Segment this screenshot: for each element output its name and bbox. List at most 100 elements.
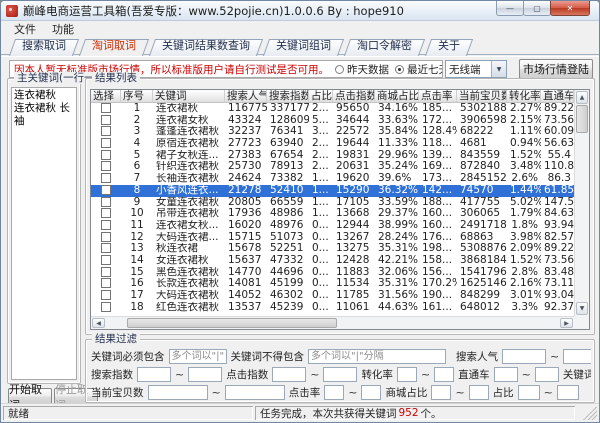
item-count-max-input[interactable]: [224, 385, 285, 400]
table-row[interactable]: 2 连衣裙女秋 43324 128609 5... 34644 33.63% 172... 39…: [91, 114, 589, 127]
vertical-scrollbar[interactable]: ▲ ▼: [574, 90, 589, 316]
tab-0[interactable]: 搜索取词: [9, 38, 79, 55]
row-checkbox[interactable]: [101, 243, 111, 254]
title-bar[interactable]: 巅峰电商运营工具箱(吾爱专版：www.52pojie.cn)1.0.0.6 By…: [1, 1, 599, 21]
row-checkbox[interactable]: [101, 161, 111, 172]
table-row[interactable]: 14 女连衣裙秋 15637 47332 0... 12428 42.21% 158... 38…: [91, 254, 589, 267]
table-row[interactable]: 3 蓬蓬连衣裙秋 32237 76341 3... 22572 35.84%128.4%68…: [91, 126, 589, 138]
column-header-10[interactable]: 转化率: [507, 90, 541, 103]
column-header-9[interactable]: 当前宝贝数: [457, 90, 507, 103]
ztc-max-input[interactable]: [534, 367, 559, 382]
ratio-min-input[interactable]: [517, 385, 540, 400]
row-checkbox[interactable]: [101, 138, 111, 149]
menu-function[interactable]: 功能: [44, 22, 82, 38]
search-popularity-min-input[interactable]: [502, 349, 546, 364]
table-row[interactable]: 13 秋连衣裙 15678 52251 0... 13275 35.31% 198... 530…: [91, 243, 589, 255]
tab-5[interactable]: 关于: [425, 38, 473, 55]
maximize-button[interactable]: ▢: [523, 1, 551, 16]
menu-file[interactable]: 文件: [6, 22, 44, 38]
radio-last-seven-days[interactable]: 最近七天数据: [395, 62, 442, 77]
tab-4[interactable]: 淘口令解密: [344, 38, 425, 55]
minimize-button[interactable]: —: [496, 1, 524, 16]
main-panel: 因本人暂无标准版市场行情，所以标准版用户请自行测试是否可用。 昨天数据 最近七天…: [1, 56, 599, 412]
row-checkbox[interactable]: [101, 103, 111, 113]
must-include-input[interactable]: [168, 349, 227, 364]
column-header-3[interactable]: 搜索人气: [225, 90, 267, 103]
table-row[interactable]: 17 大码连衣裙秋 14052 46302 0... 11785 31.56% 190... 8…: [91, 290, 589, 302]
column-header-8[interactable]: 点击率: [419, 90, 457, 103]
row-checkbox[interactable]: [101, 254, 111, 265]
table-row[interactable]: 9 女童连衣裙秋 20805 66559 1... 17105 33.59% 188... 41…: [91, 196, 589, 209]
table-row[interactable]: 5 裙子女秋连... 27383 67654 2... 19831 29.96% 139...…: [91, 149, 589, 162]
scroll-up-icon[interactable]: ▲: [576, 91, 588, 104]
radio-icon[interactable]: [395, 64, 404, 74]
radio-yesterday-data[interactable]: 昨天数据: [335, 62, 389, 77]
row-checkbox[interactable]: [101, 149, 111, 160]
row-checkbox[interactable]: [101, 184, 111, 195]
column-header-6[interactable]: 点击指数: [333, 90, 375, 103]
table-row[interactable]: 12 大码连衣裙... 15715 51073 0... 13267 28.24% 176..…: [91, 231, 589, 244]
column-header-0[interactable]: 选择: [91, 90, 121, 103]
conversion-rate-min-input[interactable]: [396, 367, 417, 382]
channel-select[interactable]: 无线端 ▼: [445, 60, 507, 78]
tab-2[interactable]: 关键词结果数查询: [149, 38, 263, 55]
vertical-scroll-thumb[interactable]: [576, 105, 588, 133]
table-row[interactable]: 7 长袖连衣裙秋 24624 73382 1... 19620 39.6% 173... 284…: [91, 173, 589, 185]
resize-grip-icon[interactable]: [583, 406, 597, 420]
close-button[interactable]: ✕: [550, 1, 590, 16]
row-checkbox[interactable]: [101, 290, 111, 300]
table-row[interactable]: 8 小香风连衣... 21278 52410 1... 15290 36.32% 142...…: [91, 184, 589, 197]
column-header-4[interactable]: 搜索指数: [267, 90, 309, 103]
market-login-button[interactable]: 市场行情登陆: [519, 59, 593, 79]
table-row[interactable]: 6 针织连衣裙秋 25730 78913 2... 20631 35.24% 169... 87…: [91, 161, 589, 173]
column-header-5[interactable]: 占比: [309, 90, 333, 103]
row-checkbox[interactable]: [101, 219, 111, 230]
row-checkbox[interactable]: [101, 266, 111, 277]
table-row[interactable]: 11 连衣裙女秋... 16020 48976 0... 12944 38.99% 160..…: [91, 219, 589, 232]
column-header-2[interactable]: 关键词: [153, 90, 225, 103]
ztc-min-input[interactable]: [493, 367, 518, 382]
conversion-rate-max-input[interactable]: [434, 367, 455, 382]
table-row[interactable]: 16 长款连衣裙秋 14081 45199 0... 11534 35.31%170.2%1…: [91, 278, 589, 290]
click-rate-max-input[interactable]: [361, 385, 382, 400]
row-checkbox[interactable]: [101, 173, 111, 184]
search-index-min-input[interactable]: [137, 367, 171, 382]
click-index-min-input[interactable]: [272, 367, 307, 382]
scroll-down-icon[interactable]: ▼: [576, 302, 588, 315]
click-rate-min-input[interactable]: [324, 385, 345, 400]
tab-3[interactable]: 关键词组词: [263, 38, 344, 55]
mall-ratio-min-input[interactable]: [431, 385, 452, 400]
search-index-max-input[interactable]: [188, 367, 223, 382]
horizontal-scrollbar[interactable]: ◀ ▶: [91, 316, 574, 329]
table-row[interactable]: 18 红色连衣裙秋 13537 45239 0... 11061 44.63% 161... 6…: [91, 301, 589, 314]
table-cell: 67654: [270, 149, 304, 161]
click-index-max-input[interactable]: [323, 367, 358, 382]
table-row[interactable]: 15 黑色连衣裙秋 14770 44696 0... 11883 32.06% 156... 1…: [91, 266, 589, 279]
must-exclude-input[interactable]: [308, 349, 446, 364]
row-checkbox[interactable]: [101, 231, 111, 242]
mall-ratio-max-input[interactable]: [468, 385, 489, 400]
column-header-7[interactable]: 商城占比: [375, 90, 419, 103]
row-checkbox[interactable]: [101, 208, 111, 219]
row-checkbox[interactable]: [101, 301, 111, 312]
row-checkbox[interactable]: [101, 114, 111, 125]
row-checkbox[interactable]: [101, 278, 111, 289]
row-checkbox[interactable]: [101, 196, 111, 207]
search-popularity-max-input[interactable]: [563, 349, 591, 364]
table-row[interactable]: 1 连衣裙秋 116775 337177 2... 95650 34.16% 185... 53…: [91, 103, 589, 115]
ratio-max-input[interactable]: [556, 385, 579, 400]
table-row[interactable]: 4 原宿连衣裙秋 27723 63940 2... 19644 11.33% 118... 46…: [91, 138, 589, 150]
table-row[interactable]: 10 吊带连衣裙秋 17936 48986 1... 13668 29.37% 160... 3…: [91, 208, 589, 220]
column-header-1[interactable]: 序号: [121, 90, 153, 103]
table-cell: 35.24%: [378, 161, 419, 173]
item-count-min-input[interactable]: [147, 385, 208, 400]
chevron-down-icon[interactable]: ▼: [491, 61, 506, 77]
scroll-right-icon[interactable]: ▶: [560, 318, 573, 328]
main-keywords-input[interactable]: [11, 87, 77, 380]
tab-1[interactable]: 淘词取词: [79, 38, 149, 55]
row-checkbox[interactable]: [101, 126, 111, 137]
column-header-11[interactable]: 直通车: [541, 90, 574, 103]
horizontal-scroll-thumb[interactable]: [127, 318, 337, 328]
scroll-left-icon[interactable]: ◀: [92, 318, 105, 328]
radio-icon[interactable]: [335, 64, 344, 74]
